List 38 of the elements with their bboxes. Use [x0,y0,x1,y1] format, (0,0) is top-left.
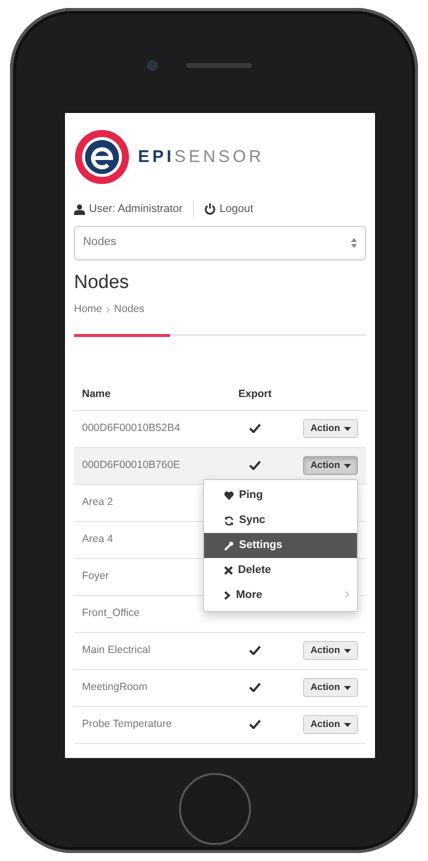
column-header: Name [74,380,220,410]
action-button[interactable]: Action [303,419,358,438]
caret-icon [344,648,351,653]
speaker-grille [186,63,252,68]
node-name: Probe Temperature [74,706,220,744]
logo-icon [74,129,130,185]
chevron-icon [224,591,231,600]
heart-icon [224,491,234,500]
node-name: 000D6F00010B760E [74,447,220,484]
page-title: Nodes [74,272,130,294]
breadcrumb-item: Nodes [114,302,144,318]
column-header: Export [220,380,290,410]
camera-icon [147,60,158,71]
caret-icon [344,686,351,690]
action-button[interactable]: Action [303,678,358,698]
action-button[interactable]: Action [303,641,358,660]
caret-icon [344,722,351,727]
breadcrumb-item[interactable]: Home [74,302,102,318]
chevron-icon [106,307,110,314]
node-name: 000D6F00010B52B4 [74,410,220,448]
action-button[interactable]: Action [303,456,358,476]
sync-icon [224,516,234,526]
user-icon [74,204,85,215]
menu-item[interactable]: Settings [204,533,357,558]
power-icon [204,203,216,216]
node-name: MeetingRoom [74,669,220,706]
logo-text: EPI SENSOR [138,146,264,168]
page-select[interactable]: Nodes [74,226,366,260]
node-name: Main Electrical [74,632,220,670]
action-button[interactable]: Action [303,715,358,734]
logout-link[interactable]: Logout [220,201,254,218]
node-name: Front_Office [74,595,220,632]
user-label: User: Administrator [89,202,183,217]
sort-arrows-icon [351,238,357,248]
wrench-icon [224,540,234,551]
caret-icon [344,464,351,468]
delete-icon [224,566,233,576]
caret-icon [344,426,351,431]
